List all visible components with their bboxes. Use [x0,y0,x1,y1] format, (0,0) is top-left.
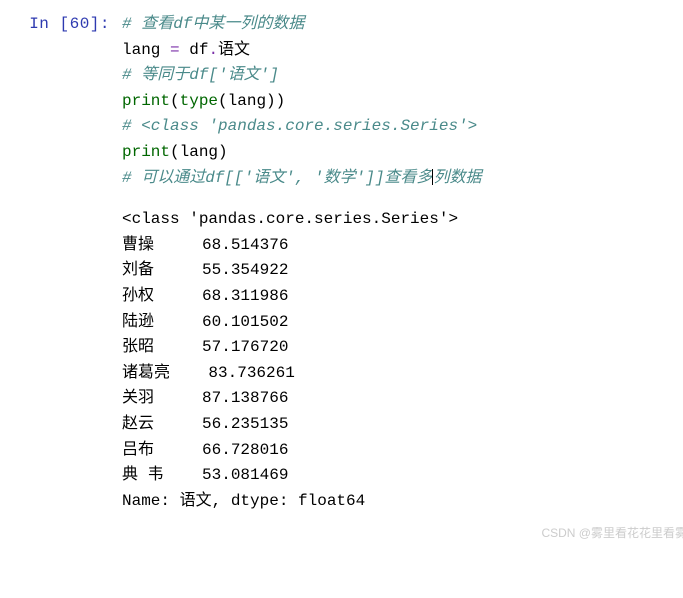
watermark-text: CSDN @雾里看花花里看雾 [541,524,683,541]
input-prompt: In [60]: [12,12,122,33]
lparen-2: ( [218,92,228,110]
output-row: 典 韦 53.081469 [122,466,288,484]
notebook-cell: In [60]: # 查看df中某一列的数据 lang = df.语文 # 等同… [12,12,683,514]
assign-op: = [170,41,180,59]
print-call-1: print [122,92,170,110]
output-row: 吕布 66.728016 [122,441,288,459]
output-row: 诸葛亮 83.736261 [122,364,295,382]
output-row: 陆逊 60.101502 [122,313,288,331]
output-row: 孙权 68.311986 [122,287,288,305]
output-row: 赵云 56.235135 [122,415,288,433]
cell-content: # 查看df中某一列的数据 lang = df.语文 # 等同于df['语文']… [122,12,683,514]
attr-lang: 语文 [218,41,250,59]
arg-lang-1: lang [228,92,266,110]
comment-line-7a: # 可以通过df[['语文', '数学']]查看多 [122,169,432,187]
output-dtype-line: Name: 语文, dtype: float64 [122,492,365,510]
rparen-2: ) [218,143,228,161]
code-input[interactable]: # 查看df中某一列的数据 lang = df.语文 # 等同于df['语文']… [122,12,683,191]
expr-df: df [180,41,209,59]
output-row: 张昭 57.176720 [122,338,288,356]
dot-op: . [208,41,218,59]
prompt-label: In [60]: [29,15,110,33]
output-row: 曹操 68.514376 [122,236,288,254]
lparen-3: ( [170,143,180,161]
output-row: 关羽 87.138766 [122,389,288,407]
arg-lang-2: lang [180,143,218,161]
comment-line-3: # 等同于df['语文'] [122,66,279,84]
var-lang: lang [122,41,170,59]
lparen-1: ( [170,92,180,110]
comment-line-7b: 列数据 [433,169,481,187]
output-class-line: <class 'pandas.core.series.Series'> [122,210,458,228]
comment-line-5: # <class 'pandas.core.series.Series'> [122,117,477,135]
rparen-1: )) [266,92,285,110]
output-row: 刘备 55.354922 [122,261,288,279]
comment-line-1: # 查看df中某一列的数据 [122,15,304,33]
type-call: type [180,92,218,110]
print-call-2: print [122,143,170,161]
cell-output: <class 'pandas.core.series.Series'> 曹操 6… [122,207,683,514]
